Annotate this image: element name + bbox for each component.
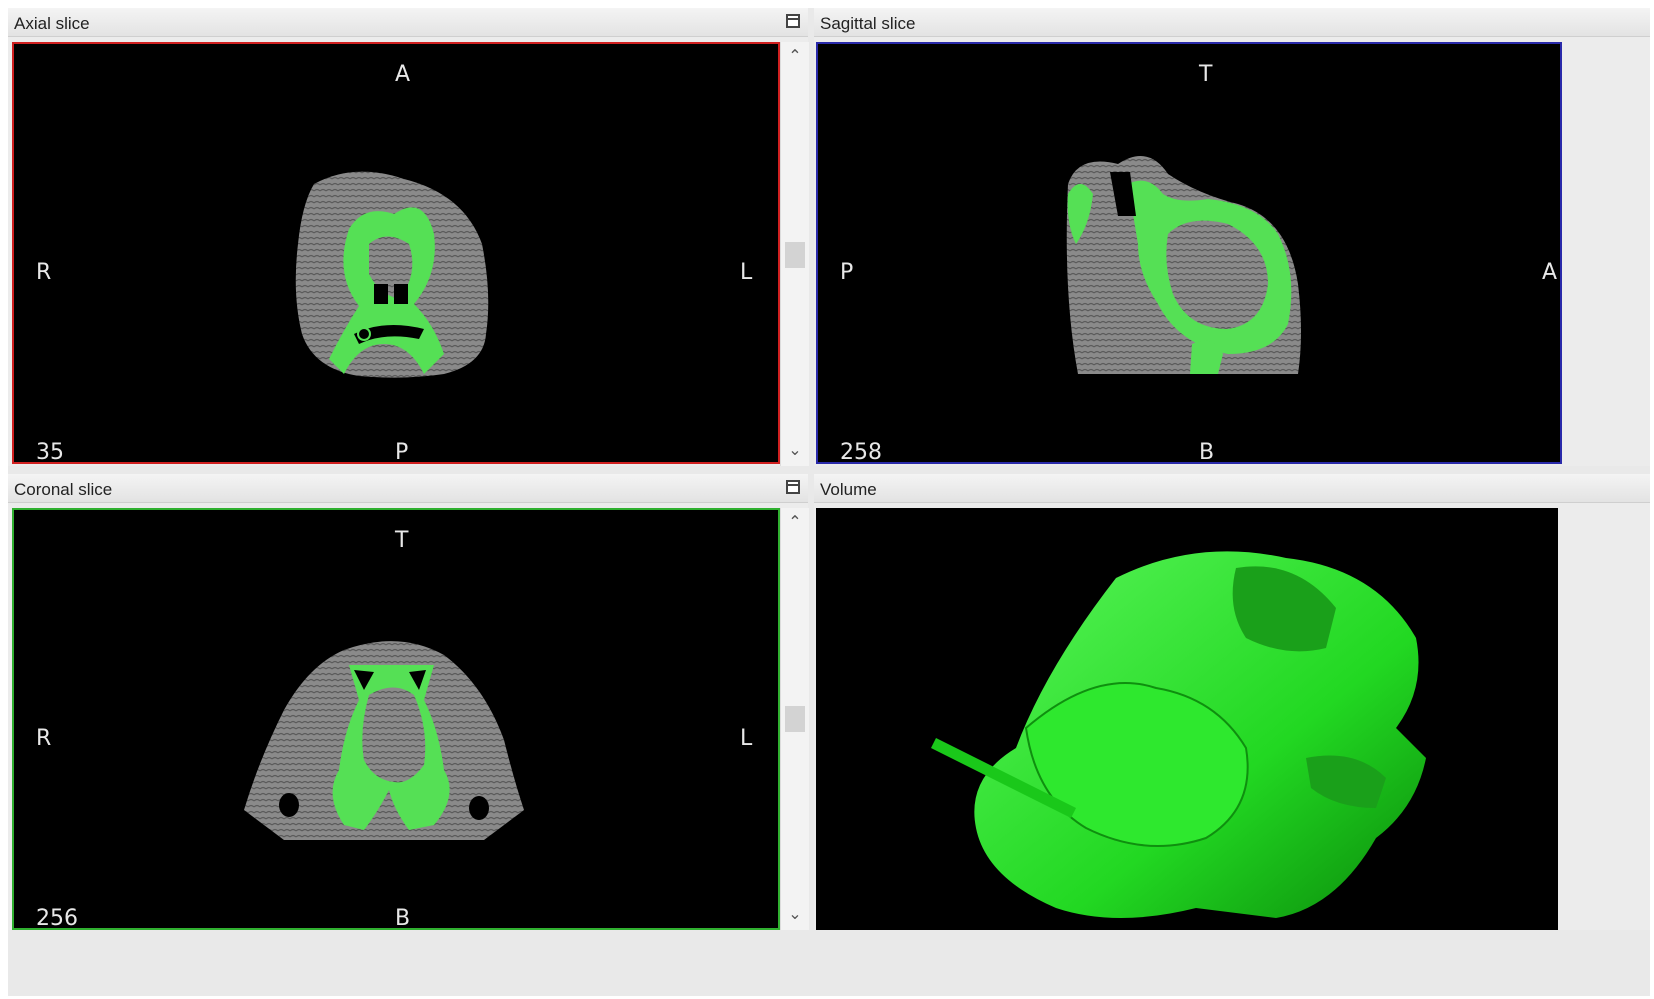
sagittal-pane-header: Sagittal slice bbox=[814, 8, 1650, 37]
sagittal-pane-title: Sagittal slice bbox=[820, 14, 916, 33]
volume-pane: Volume bbox=[814, 474, 1650, 930]
coronal-scroll-thumb[interactable] bbox=[785, 706, 805, 732]
axial-viewport[interactable]: A P R L 35 bbox=[12, 42, 780, 464]
volume-pane-header: Volume bbox=[814, 474, 1650, 503]
axial-pane-header: Axial slice bbox=[8, 8, 808, 37]
viewer-app: Axial slice A P R L 35 ⌃ ⌄ Sagittal slic… bbox=[8, 8, 1650, 996]
axial-pane: Axial slice A P R L 35 ⌃ ⌄ bbox=[8, 8, 809, 466]
coronal-slice-index: 256 bbox=[36, 906, 78, 930]
axial-label-left: R bbox=[36, 260, 52, 285]
coronal-viewport[interactable]: T B R L 256 bbox=[12, 508, 780, 930]
coronal-pane-title: Coronal slice bbox=[14, 480, 113, 499]
coronal-slice-image bbox=[244, 641, 524, 840]
sagittal-label-left: P bbox=[840, 260, 854, 285]
maximize-icon[interactable] bbox=[786, 480, 800, 494]
axial-slice-image bbox=[295, 171, 489, 378]
coronal-label-right: L bbox=[740, 726, 753, 751]
coronal-pane: Coronal slice T B R L 256 ⌃ ⌄ bbox=[8, 474, 809, 930]
axial-pane-title: Axial slice bbox=[14, 14, 90, 33]
sagittal-label-right: A bbox=[1542, 260, 1558, 285]
sagittal-viewport[interactable]: T B P A 258 bbox=[816, 42, 1562, 464]
coronal-label-top: T bbox=[395, 528, 409, 553]
axial-scrollbar[interactable]: ⌃ ⌄ bbox=[780, 42, 809, 466]
axial-label-right: L bbox=[740, 260, 753, 285]
chevron-down-icon[interactable]: ⌄ bbox=[781, 438, 809, 462]
coronal-pane-header: Coronal slice bbox=[8, 474, 808, 503]
volume-render-image bbox=[931, 532, 1426, 918]
axial-slice-index: 35 bbox=[36, 440, 64, 464]
chevron-up-icon[interactable]: ⌃ bbox=[781, 510, 809, 534]
coronal-scrollbar[interactable]: ⌃ ⌄ bbox=[780, 508, 809, 930]
coronal-label-left: R bbox=[36, 726, 52, 751]
volume-viewport[interactable] bbox=[816, 508, 1558, 930]
coronal-label-bottom: B bbox=[395, 906, 411, 930]
volume-pane-title: Volume bbox=[820, 480, 877, 499]
sagittal-label-bottom: B bbox=[1199, 440, 1215, 464]
chevron-up-icon[interactable]: ⌃ bbox=[781, 44, 809, 68]
axial-label-bottom: P bbox=[395, 440, 409, 464]
sagittal-slice-index: 258 bbox=[840, 440, 882, 464]
maximize-icon[interactable] bbox=[786, 14, 800, 28]
sagittal-pane: Sagittal slice T B P A 258 bbox=[814, 8, 1650, 466]
sagittal-slice-image bbox=[1066, 156, 1301, 374]
axial-label-top: A bbox=[395, 62, 411, 87]
chevron-down-icon[interactable]: ⌄ bbox=[781, 902, 809, 926]
sagittal-label-top: T bbox=[1199, 62, 1213, 87]
axial-scroll-thumb[interactable] bbox=[785, 242, 805, 268]
